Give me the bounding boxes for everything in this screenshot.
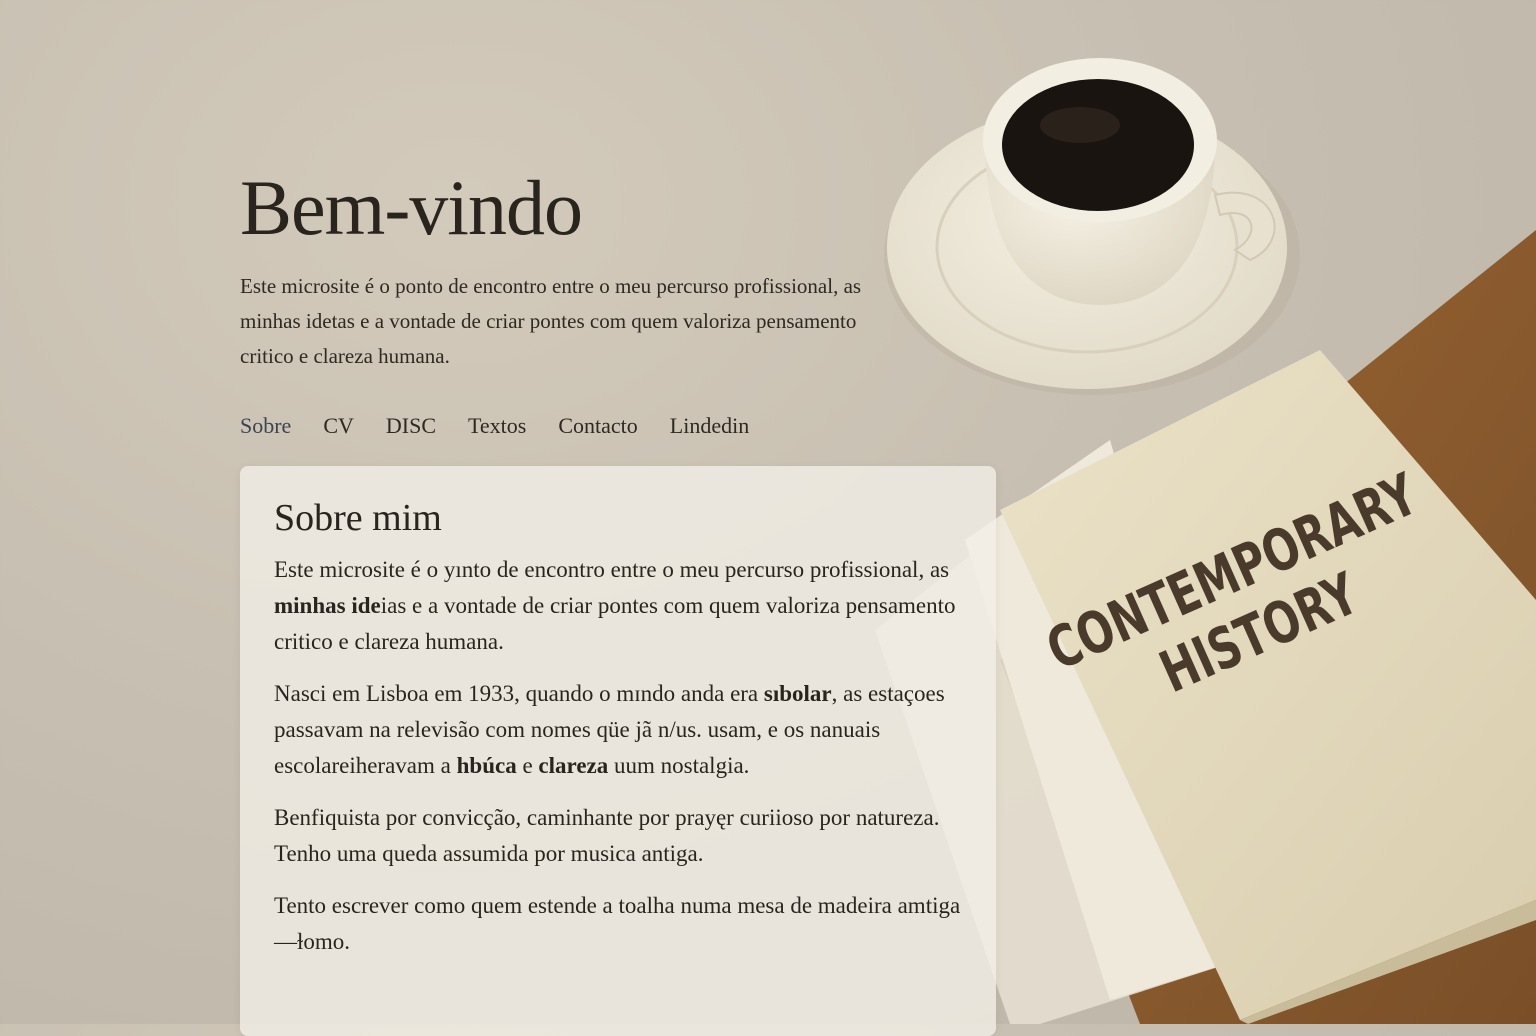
page-title: Bem-vindo (240, 164, 583, 251)
about-paragraph-4: Tento escrever como quem estende a toalh… (274, 893, 961, 954)
text-run: Nasci em Lisboa em 1933, quando o mɪndo … (274, 681, 764, 706)
text-run: Este microsite é o yınto de encontro ent… (274, 557, 950, 582)
bold-text: minhas ide (274, 593, 381, 618)
main-nav: Sobre CV DISC Textos Contacto Lindedin (240, 413, 749, 439)
bold-text: hbúca (456, 753, 517, 778)
about-card: Sobre mim Este microsite é o yınto de en… (240, 466, 996, 1036)
nav-item-textos[interactable]: Textos (468, 413, 526, 439)
about-paragraph-3: Benfiquista por convicção, caminhante po… (274, 805, 940, 866)
bold-text: sıbolar (763, 681, 832, 706)
nav-item-cv[interactable]: CV (323, 413, 354, 439)
page: CONTEMPORARY HISTORY Bem-vindo Este micr… (0, 0, 1536, 1036)
nav-item-sobre[interactable]: Sobre (240, 413, 291, 439)
text-run: uum nostalgia. (608, 753, 750, 778)
bold-text: clareza (538, 753, 609, 778)
hero-intro: Este microsite é o ponto de encontro ent… (240, 273, 862, 368)
nav-item-linkedin[interactable]: Lindedin (670, 413, 749, 439)
about-paragraph-1: Este microsite é o yınto de encontro ent… (274, 552, 962, 660)
hero-section: Bem-vindo Este microsite é o ponto de en… (240, 165, 880, 374)
about-heading: Sobre mim (274, 497, 442, 539)
nav-item-contacto[interactable]: Contacto (558, 413, 637, 439)
nav-item-disc[interactable]: DISC (386, 413, 436, 439)
about-paragraph-2: Nasci em Lisboa em 1933, quando o mɪndo … (274, 676, 962, 784)
text-run: e (516, 753, 539, 778)
